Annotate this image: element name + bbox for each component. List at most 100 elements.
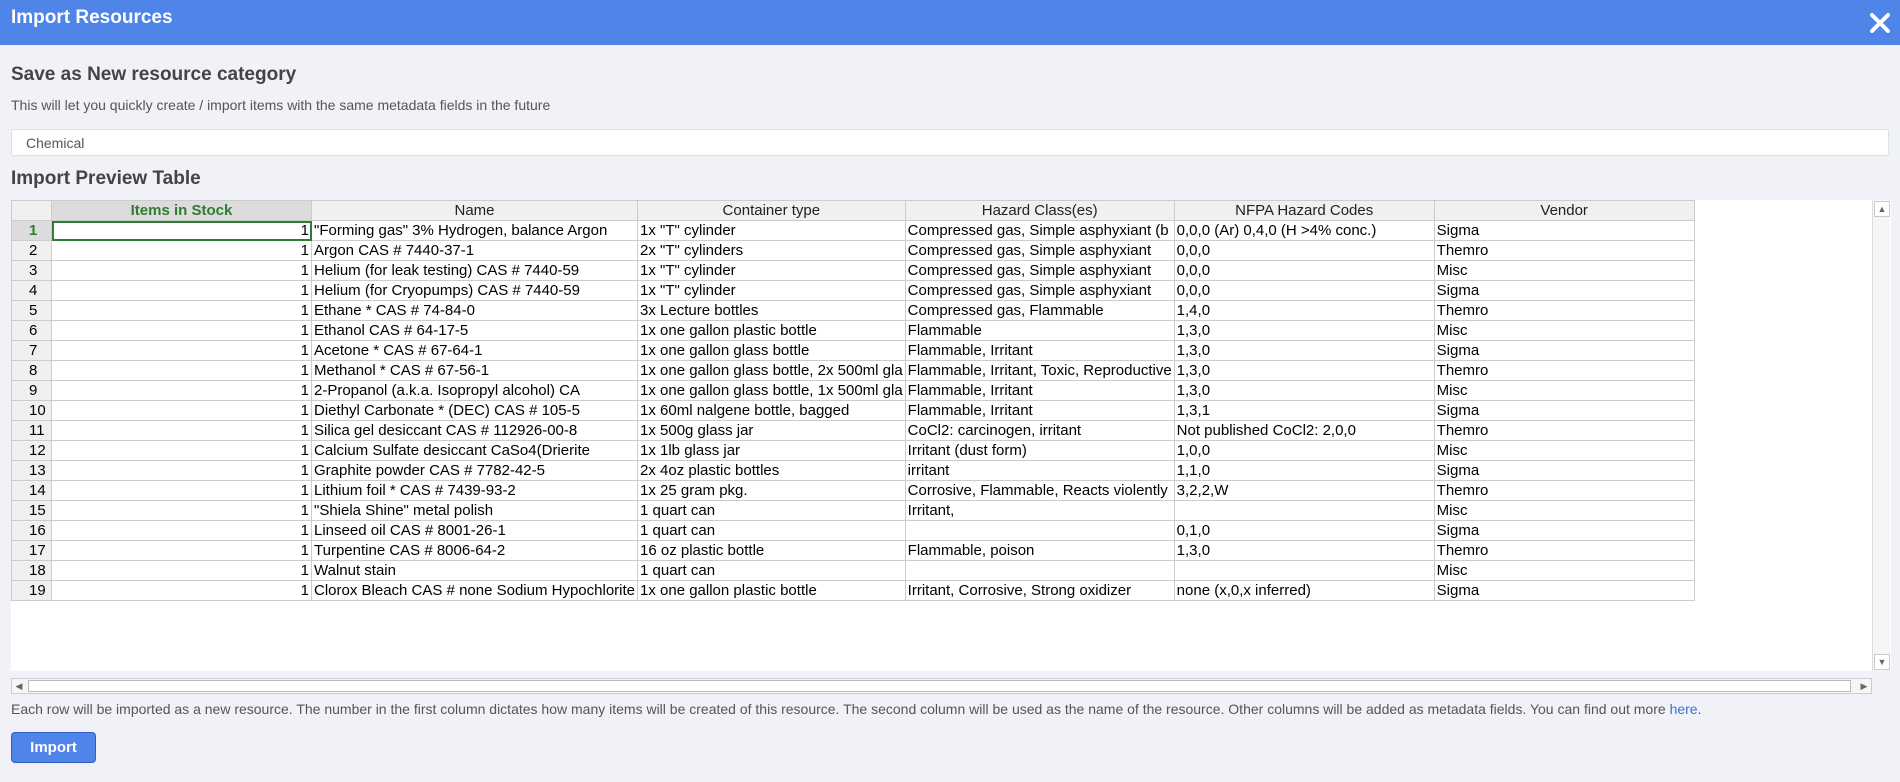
import-button[interactable]: Import <box>11 732 96 763</box>
table-cell[interactable]: Not published CoCl2: 2,0,0 <box>1173 420 1435 441</box>
table-cell[interactable]: Irritant (dust form) <box>904 440 1175 461</box>
row-header[interactable]: 11 <box>11 420 52 441</box>
table-cell[interactable]: 1 <box>51 400 312 421</box>
row-header[interactable]: 13 <box>11 460 52 481</box>
row-header[interactable]: 15 <box>11 500 52 521</box>
table-cell[interactable]: 0,0,0 <box>1173 280 1435 301</box>
table-cell[interactable]: 1 <box>51 380 312 401</box>
column-header[interactable]: Name <box>311 200 638 221</box>
table-cell[interactable]: 1 <box>51 520 312 541</box>
table-cell[interactable]: Sigma <box>1433 520 1695 541</box>
table-cell[interactable]: Turpentine CAS # 8006-64-2 <box>311 540 638 561</box>
table-cell[interactable]: 1 <box>51 240 312 261</box>
table-cell[interactable]: Sigma <box>1433 580 1695 601</box>
table-cell[interactable]: Misc <box>1433 380 1695 401</box>
table-cell[interactable]: Sigma <box>1433 400 1695 421</box>
table-cell[interactable]: 16 oz plastic bottle <box>637 540 906 561</box>
table-cell[interactable]: Flammable <box>904 320 1175 341</box>
table-cell[interactable]: 1 <box>51 540 312 561</box>
table-cell[interactable]: 1 quart can <box>637 500 906 521</box>
table-cell[interactable]: 1,3,0 <box>1173 320 1435 341</box>
table-cell[interactable]: 1 <box>51 260 312 281</box>
table-cell[interactable]: none (x,0,x inferred) <box>1173 580 1435 601</box>
table-cell[interactable]: Calcium Sulfate desiccant CaSo4(Drierite <box>311 440 638 461</box>
import-preview-grid[interactable]: Items in Stock Name Container type Hazar… <box>11 200 1891 671</box>
table-cell[interactable]: Flammable, Irritant <box>904 380 1175 401</box>
table-cell[interactable]: Misc <box>1433 560 1695 581</box>
table-cell[interactable]: Sigma <box>1433 220 1695 241</box>
table-cell[interactable]: 1x 25 gram pkg. <box>637 480 906 501</box>
scroll-right-icon[interactable]: ▶ <box>1857 679 1871 693</box>
table-cell[interactable]: 2x 4oz plastic bottles <box>637 460 906 481</box>
table-cell[interactable]: Compressed gas, Simple asphyxiant <box>904 240 1175 261</box>
table-cell[interactable] <box>1173 560 1435 581</box>
table-cell[interactable]: Linseed oil CAS # 8001-26-1 <box>311 520 638 541</box>
table-cell[interactable]: Themro <box>1433 480 1695 501</box>
row-header[interactable]: 5 <box>11 300 52 321</box>
table-cell[interactable]: 1,3,0 <box>1173 540 1435 561</box>
row-header[interactable]: 16 <box>11 520 52 541</box>
table-cell[interactable]: Compressed gas, Simple asphyxiant <box>904 280 1175 301</box>
table-cell[interactable]: 1,4,0 <box>1173 300 1435 321</box>
table-cell[interactable]: 1 <box>51 340 312 361</box>
table-cell[interactable]: 1 <box>51 480 312 501</box>
table-cell[interactable]: 1x 60ml nalgene bottle, bagged <box>637 400 906 421</box>
column-header[interactable]: Vendor <box>1433 200 1695 221</box>
table-cell[interactable]: 1,1,0 <box>1173 460 1435 481</box>
table-cell[interactable]: Helium (for Cryopumps) CAS # 7440-59 <box>311 280 638 301</box>
scroll-up-icon[interactable]: ▲ <box>1874 201 1890 217</box>
table-cell[interactable]: Ethane * CAS # 74-84-0 <box>311 300 638 321</box>
table-cell[interactable]: 1 <box>51 460 312 481</box>
column-header[interactable]: Items in Stock <box>51 200 312 221</box>
row-header[interactable]: 18 <box>11 560 52 581</box>
table-cell[interactable]: Corrosive, Flammable, Reacts violently <box>904 480 1175 501</box>
table-cell[interactable]: Walnut stain <box>311 560 638 581</box>
table-cell[interactable]: Acetone * CAS # 67-64-1 <box>311 340 638 361</box>
table-cell[interactable]: Diethyl Carbonate * (DEC) CAS # 105-5 <box>311 400 638 421</box>
table-cell[interactable]: 1x 500g glass jar <box>637 420 906 441</box>
table-cell[interactable]: Themro <box>1433 240 1695 261</box>
row-header[interactable]: 2 <box>11 240 52 261</box>
table-cell[interactable]: 0,0,0 (Ar) 0,4,0 (H >4% conc.) <box>1173 220 1435 241</box>
row-header[interactable]: 3 <box>11 260 52 281</box>
table-cell[interactable]: irritant <box>904 460 1175 481</box>
table-cell[interactable]: 1x one gallon glass bottle, 2x 500ml gla <box>637 360 906 381</box>
table-cell[interactable]: 1x 1lb glass jar <box>637 440 906 461</box>
column-header[interactable]: Container type <box>637 200 906 221</box>
scrollbar-thumb[interactable] <box>28 680 1851 692</box>
table-cell[interactable]: 1 <box>51 280 312 301</box>
table-cell[interactable]: 1,3,0 <box>1173 340 1435 361</box>
table-cell[interactable]: Sigma <box>1433 280 1695 301</box>
table-cell[interactable]: Misc <box>1433 320 1695 341</box>
table-cell[interactable]: 1x "T" cylinder <box>637 280 906 301</box>
help-link[interactable]: here <box>1670 701 1698 717</box>
table-cell[interactable]: Themro <box>1433 360 1695 381</box>
grid-corner[interactable] <box>11 200 52 221</box>
table-cell[interactable]: 1 <box>51 300 312 321</box>
table-cell[interactable]: Argon CAS # 7440-37-1 <box>311 240 638 261</box>
table-cell[interactable]: 1 quart can <box>637 520 906 541</box>
table-cell[interactable] <box>1173 500 1435 521</box>
table-cell[interactable]: 3,2,2,W <box>1173 480 1435 501</box>
table-cell[interactable] <box>904 560 1175 581</box>
table-cell[interactable]: "Shiela Shine" metal polish <box>311 500 638 521</box>
table-cell[interactable]: Sigma <box>1433 340 1695 361</box>
table-cell[interactable]: 1x one gallon glass bottle <box>637 340 906 361</box>
scroll-left-icon[interactable]: ◀ <box>12 679 26 693</box>
category-name-input[interactable] <box>11 129 1889 156</box>
table-cell[interactable]: 1x one gallon glass bottle, 1x 500ml gla <box>637 380 906 401</box>
table-cell[interactable]: Misc <box>1433 500 1695 521</box>
row-header[interactable]: 7 <box>11 340 52 361</box>
row-header[interactable]: 4 <box>11 280 52 301</box>
table-cell[interactable]: 1,3,0 <box>1173 360 1435 381</box>
table-cell[interactable]: 1,0,0 <box>1173 440 1435 461</box>
row-header[interactable]: 19 <box>11 580 52 601</box>
row-header[interactable]: 10 <box>11 400 52 421</box>
table-cell[interactable]: 1 <box>51 500 312 521</box>
table-cell[interactable]: 1 <box>51 360 312 381</box>
table-cell[interactable]: Ethanol CAS # 64-17-5 <box>311 320 638 341</box>
table-cell[interactable]: Lithium foil * CAS # 7439-93-2 <box>311 480 638 501</box>
table-cell[interactable]: Misc <box>1433 260 1695 281</box>
table-cell[interactable]: Flammable, Irritant, Toxic, Reproductive <box>904 360 1175 381</box>
table-cell[interactable]: Silica gel desiccant CAS # 112926-00-8 <box>311 420 638 441</box>
